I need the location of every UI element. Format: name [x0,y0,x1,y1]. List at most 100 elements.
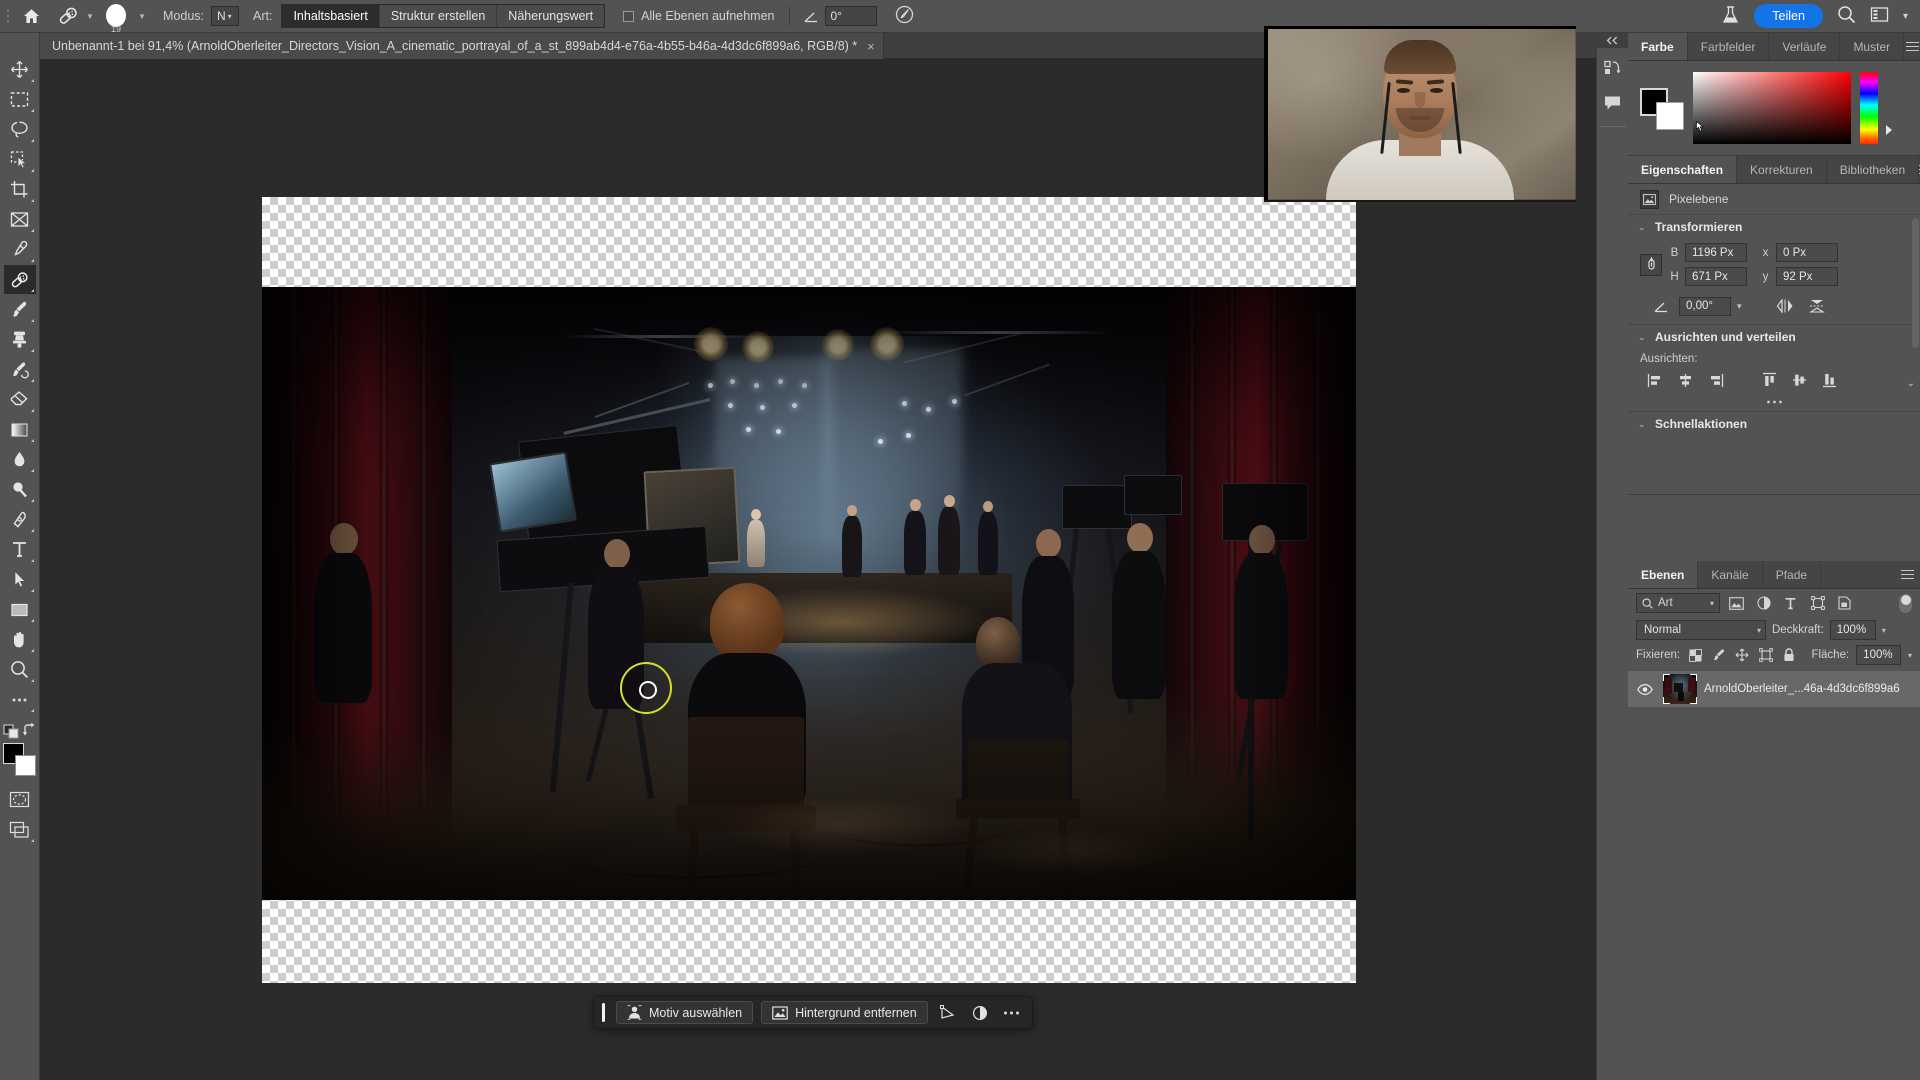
lock-artboard-button[interactable] [1758,646,1774,664]
comments-button[interactable] [1597,88,1629,118]
sample-all-layers-checkbox[interactable]: Alle Ebenen aufnehmen [623,9,775,23]
x-input[interactable]: 0 Px [1776,243,1838,262]
height-input[interactable]: 671 Px [1685,267,1747,286]
sidebar-item-rectangle-tool[interactable] [4,595,36,624]
opacity-input[interactable]: 100% [1829,620,1876,640]
rotation-chevron-icon[interactable]: ▾ [1737,301,1742,312]
background-color-swatch[interactable] [1656,102,1684,130]
tab-farbe[interactable]: Farbe [1628,33,1688,60]
sidebar-item-spot-healing-brush-tool[interactable] [3,265,36,294]
align-center-horizontal-button[interactable] [1670,369,1700,391]
pressure-toggle-button[interactable] [895,5,914,27]
filter-smart-objects-button[interactable] [1834,592,1855,614]
sidebar-item-brush-tool[interactable] [4,295,36,324]
workspace-switcher-button[interactable] [1870,6,1889,26]
select-subject-button[interactable]: Motiv auswählen [616,1001,754,1024]
sidebar-item-dodge-tool[interactable] [4,475,36,504]
home-button[interactable] [13,0,49,33]
transform-button[interactable] [936,1001,960,1024]
quick-actions-header[interactable]: ⌄ Schnellaktionen [1628,412,1920,436]
fill-input[interactable]: 100% [1856,645,1901,665]
align-left-button[interactable] [1640,369,1670,391]
width-input[interactable]: 1196 Px [1685,243,1747,262]
color-gradient-field[interactable] [1693,72,1851,144]
brush-size-preview[interactable]: 19 [97,0,135,34]
align-more-button[interactable] [1628,397,1920,411]
type-option-content-aware[interactable]: Inhaltsbasiert [282,5,380,27]
sidebar-item-gradient-tool[interactable] [4,415,36,444]
sidebar-item-type-tool[interactable] [4,535,36,564]
properties-scrollbar-thumb[interactable] [1912,218,1919,348]
align-top-button[interactable] [1754,369,1784,391]
tab-pfade[interactable]: Pfade [1762,561,1822,588]
link-aspect-ratio-button[interactable] [1640,253,1662,276]
background-color-swatch[interactable] [14,755,36,776]
sidebar-item-zoom-tool[interactable] [4,655,36,684]
tab-verlaeufe[interactable]: Verläufe [1769,33,1841,60]
lock-all-button[interactable] [1781,646,1797,664]
sidebar-item-crop-tool[interactable] [4,175,36,204]
sidebar-item-hand-tool[interactable] [4,625,36,654]
sidebar-item-history-brush-tool[interactable] [4,355,36,384]
angle-input[interactable]: 0° [824,6,877,26]
tab-bibliotheken[interactable]: Bibliotheken [1826,156,1920,183]
sidebar-item-eyedropper-tool[interactable] [4,235,36,264]
fill-chevron-icon[interactable]: ▾ [1908,651,1912,660]
tab-farbfelder[interactable]: Farbfelder [1687,33,1770,60]
flip-vertical-button[interactable] [1806,296,1828,316]
current-tool-preview[interactable] [49,0,83,33]
flip-horizontal-button[interactable] [1774,296,1796,316]
close-icon[interactable]: × [867,40,875,53]
document-tab[interactable]: Unbenannt-1 bei 91,4% (ArnoldOberleiter_… [40,33,884,59]
align-right-button[interactable] [1700,369,1730,391]
remove-background-button[interactable]: Hintergrund entfernen [761,1001,928,1024]
task-bar-drag-handle[interactable] [602,1003,605,1022]
filter-adjustment-layers-button[interactable] [1753,592,1774,614]
canvas-area[interactable] [40,59,1861,1080]
lock-position-button[interactable] [1734,646,1750,664]
layer-filter-select[interactable]: Art ▾ [1636,593,1720,613]
default-colors-and-swap[interactable] [3,721,37,739]
sidebar-item-path-selection-tool[interactable] [4,565,36,594]
tab-ebenen[interactable]: Ebenen [1628,561,1699,588]
blend-mode-select[interactable]: Normal ▾ [1636,620,1766,640]
filter-toggle-switch[interactable] [1899,593,1912,613]
beta-flask-button[interactable] [1721,5,1740,28]
filter-shape-layers-button[interactable] [1807,592,1828,614]
share-button[interactable]: Teilen [1754,4,1823,28]
mode-select[interactable]: N ▾ [211,6,239,26]
sidebar-item-eraser-tool[interactable] [4,385,36,414]
type-option-create-texture[interactable]: Struktur erstellen [379,5,498,27]
adjustments-button[interactable] [968,1001,992,1024]
y-input[interactable]: 92 Px [1776,267,1838,286]
history-actions-button[interactable] [1597,53,1629,83]
task-bar-more-button[interactable] [1000,1001,1024,1024]
type-option-proximity-match[interactable]: Näherungswert [497,5,605,27]
tab-kanaele[interactable]: Kanäle [1698,561,1763,588]
transform-section-header[interactable]: ⌄ Transformieren [1628,215,1920,239]
collapse-panels-button[interactable] [1596,33,1629,48]
align-bottom-button[interactable] [1814,369,1844,391]
filter-pixel-layers-button[interactable] [1726,592,1747,614]
tool-preset-chevron[interactable]: ▾ [83,0,97,33]
sidebar-item-lasso-tool[interactable] [4,115,36,144]
table-row[interactable]: ArnoldOberleiter_...46a-4d3dc6f899a6 [1628,671,1920,707]
sidebar-item-move-tool[interactable] [4,55,36,84]
screen-mode-button[interactable] [4,815,36,844]
color-panel-menu-button[interactable] [1904,33,1920,60]
sidebar-item-frame-tool[interactable] [4,205,36,234]
workspace-chevron-icon[interactable]: ▾ [1903,11,1908,22]
sidebar-item-clone-stamp-tool[interactable] [4,325,36,354]
color-swatches[interactable] [2,743,37,777]
tab-eigenschaften[interactable]: Eigenschaften [1628,156,1738,183]
quick-mask-button[interactable] [4,785,36,814]
layers-panel-menu-button[interactable] [1894,561,1920,588]
lock-transparency-button[interactable] [1687,646,1703,664]
align-section-header[interactable]: ⌄ Ausrichten und verteilen [1628,325,1920,349]
sidebar-item-object-selection-tool[interactable] [4,145,36,174]
tab-muster[interactable]: Muster [1840,33,1905,60]
properties-scroll-down-icon[interactable]: ⌄ [1907,378,1915,389]
sidebar-item-edit-toolbar[interactable] [4,685,36,714]
sidebar-item-marquee-tool[interactable] [4,85,36,114]
sidebar-item-pen-tool[interactable] [4,505,36,534]
